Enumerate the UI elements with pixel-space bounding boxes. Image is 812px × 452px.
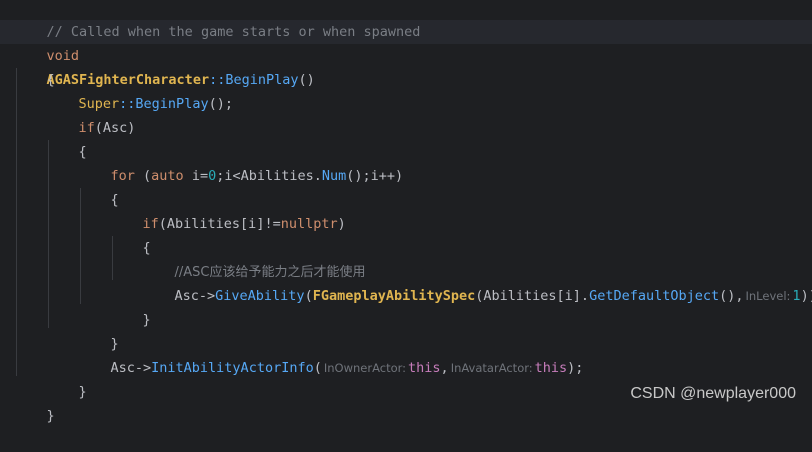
call-end: (); bbox=[208, 96, 233, 112]
param-hint-in-level: InLevel: bbox=[745, 289, 791, 303]
code-line-init-actor-info: Asc->InitAbilityActorInfo(InOwnerActor: t… bbox=[78, 332, 584, 376]
paren-open: ( bbox=[313, 360, 322, 376]
code-line-super-call: Super::BeginPlay(); bbox=[46, 68, 233, 112]
code-line-brace-close: } bbox=[78, 308, 119, 352]
code-line-signature: void AGASFighterCharacter::BeginPlay() bbox=[14, 20, 315, 88]
spec-args: (Abilities[i]. bbox=[475, 288, 590, 304]
code-line-brace-open: { bbox=[46, 116, 87, 160]
for-open: ( bbox=[134, 168, 152, 184]
code-line-if-asc: if(Asc) bbox=[46, 92, 136, 136]
code-line-cjk-comment: //ASC应该给予能力之后才能使用 bbox=[142, 236, 366, 280]
code-line-brace-close: } bbox=[46, 356, 87, 400]
code-line-brace-close: } bbox=[110, 284, 151, 328]
condition: (Asc) bbox=[94, 120, 136, 136]
code-line-brace-open: { bbox=[110, 212, 151, 256]
code-line-comment: // Called when the game starts or when s… bbox=[14, 0, 421, 40]
code-line-brace-open: { bbox=[14, 44, 55, 88]
param-hint-avatar-actor: InAvatarActor: bbox=[450, 361, 533, 375]
code-line-brace-open: { bbox=[78, 164, 119, 208]
number-literal: 0 bbox=[208, 168, 217, 184]
brace: } bbox=[46, 408, 55, 424]
paren-close: ) bbox=[337, 216, 346, 232]
brace: } bbox=[142, 312, 151, 328]
keyword-auto: auto bbox=[151, 168, 184, 184]
method-init-ability-actor-info: InitAbilityActorInfo bbox=[151, 360, 314, 376]
method-call: BeginPlay bbox=[135, 96, 209, 112]
paren-open: ( bbox=[304, 288, 313, 304]
keyword-this: this bbox=[408, 360, 441, 376]
parens: () bbox=[298, 72, 315, 88]
condition-open: (Abilities[i]!= bbox=[158, 216, 281, 232]
code-editor[interactable]: // Called when the game starts or when s… bbox=[0, 0, 812, 424]
method-give-ability: GiveAbility bbox=[215, 288, 305, 304]
code-line-for: for (auto i=0;i<Abilities.Num();i++) bbox=[78, 140, 404, 184]
give-tail: )); bbox=[800, 288, 812, 304]
method-get-default-object: GetDefaultObject bbox=[589, 288, 720, 304]
keyword-nullptr: nullptr bbox=[280, 216, 338, 232]
for-cond: ;i<Abilities. bbox=[216, 168, 322, 184]
watermark: CSDN @newplayer000 bbox=[630, 385, 796, 402]
asc-arrow: Asc-> bbox=[174, 288, 216, 304]
keyword-this: this bbox=[534, 360, 568, 376]
method-num: Num bbox=[321, 168, 347, 184]
comma: , bbox=[440, 360, 449, 376]
number-literal: 1 bbox=[792, 288, 801, 304]
for-tail: ();i++) bbox=[346, 168, 404, 184]
brace: } bbox=[78, 384, 87, 400]
type-spec: FGameplayAbilitySpec bbox=[312, 288, 476, 304]
for-init: i= bbox=[183, 168, 209, 184]
code-line-give-ability: Asc->GiveAbility(FGameplayAbilitySpec(Ab… bbox=[142, 260, 812, 304]
param-hint-owner-actor: InOwnerActor: bbox=[323, 361, 407, 375]
init-tail: ); bbox=[567, 360, 584, 376]
code-line-if-null: if(Abilities[i]!=nullptr) bbox=[110, 188, 346, 232]
method-name: BeginPlay bbox=[225, 72, 299, 88]
code-line-brace-close: } bbox=[14, 380, 55, 424]
call-comma: (), bbox=[719, 288, 744, 304]
asc-arrow: Asc-> bbox=[110, 360, 152, 376]
